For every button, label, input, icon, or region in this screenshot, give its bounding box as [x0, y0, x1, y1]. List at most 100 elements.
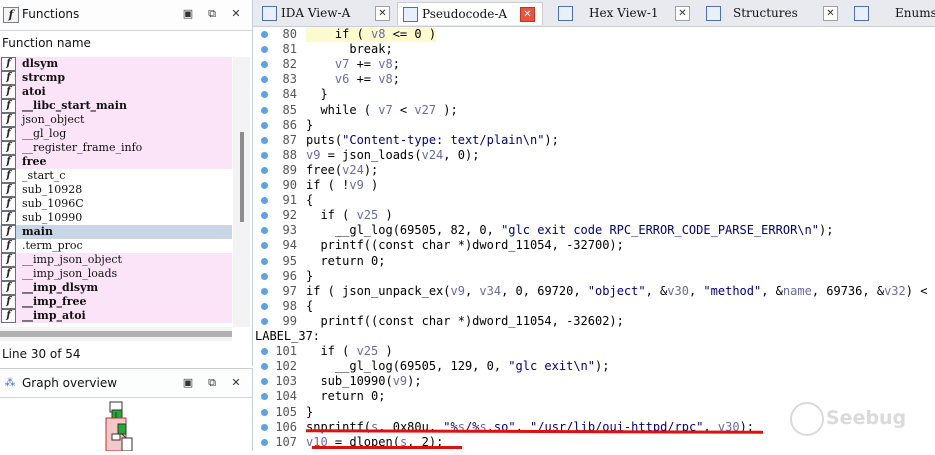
graph-overview-canvas[interactable] [0, 398, 252, 452]
tab-close-icon[interactable]: ✕ [823, 6, 838, 21]
function-item-6[interactable]: f __register_frame_info [0, 141, 232, 155]
breakpoint-dot-icon[interactable] [261, 46, 268, 54]
tab-ida-view-a[interactable]: IDA View-A ✕ [257, 2, 393, 24]
code-line[interactable]: 102 __gl_log(69505, 129, 0, "glc exit\n"… [253, 359, 935, 374]
breakpoint-dot-icon[interactable] [261, 227, 268, 235]
code-line[interactable]: 84 } [253, 87, 935, 102]
code-line[interactable]: 89 free(v24); [253, 163, 935, 178]
code-line[interactable]: 86} [253, 118, 935, 133]
breakpoint-dot-icon[interactable] [261, 317, 268, 325]
pseudocode-view[interactable]: 80 if ( v8 <= 0 ) 81 break; 82 v7 += v8; 83… [253, 27, 935, 450]
tab-structures[interactable]: Structures ✕ [701, 2, 841, 24]
tab-close-icon[interactable]: ✕ [375, 6, 390, 21]
tab-close-icon[interactable]: ✕ [675, 6, 690, 21]
function-item-18[interactable]: f __imp_atoi [0, 309, 232, 323]
breakpoint-dot-icon[interactable] [261, 363, 268, 371]
breakpoint-dot-icon[interactable] [261, 272, 268, 280]
code-text: sub_10990(v9); [306, 374, 422, 389]
function-list[interactable]: f dlsym f strcmp f atoi f __libc_start_main f jso… [0, 57, 232, 327]
function-item-13[interactable]: f .term_proc [0, 239, 232, 253]
code-line[interactable]: 98 { [253, 299, 935, 314]
function-item-17[interactable]: f __imp_free [0, 295, 232, 309]
tab-pseudocode-a[interactable]: Pseudocode-A ✕ [397, 2, 543, 25]
breakpoint-dot-icon[interactable] [261, 408, 268, 416]
code-line[interactable]: 88 v9 = json_loads(v24, 0); [253, 148, 935, 163]
function-item-0[interactable]: f dlsym [0, 57, 232, 71]
breakpoint-dot-icon[interactable] [261, 76, 268, 84]
code-line[interactable]: 94 printf((const char *)dword_11054, -32… [253, 238, 935, 253]
breakpoint-dot-icon[interactable] [261, 212, 268, 220]
code-text: printf((const char *)dword_11054, -32700… [306, 238, 624, 253]
function-item-8[interactable]: f _start_c [0, 169, 232, 183]
breakpoint-dot-icon[interactable] [261, 287, 268, 295]
code-line[interactable]: 80 if ( v8 <= 0 ) [253, 27, 935, 42]
breakpoint-dot-icon[interactable] [261, 302, 268, 310]
breakpoint-dot-icon[interactable] [261, 378, 268, 386]
function-item-3[interactable]: f __libc_start_main [0, 99, 232, 113]
breakpoint-dot-icon[interactable] [261, 106, 268, 114]
code-line[interactable]: 85 while ( v7 < v27 ); [253, 103, 935, 118]
breakpoint-dot-icon[interactable] [261, 257, 268, 265]
breakpoint-dot-icon[interactable] [261, 91, 268, 99]
close-icon[interactable]: ✕ [229, 376, 243, 390]
function-item-16[interactable]: f __imp_dlsym [0, 281, 232, 295]
function-item-10[interactable]: f sub_1096C [0, 197, 232, 211]
restore-icon[interactable]: ▣ [181, 376, 195, 390]
breakpoint-dot-icon[interactable] [261, 438, 268, 446]
function-icon: f [1, 197, 16, 211]
code-line[interactable]: 83 v6 += v8; [253, 72, 935, 87]
function-item-9[interactable]: f sub_10928 [0, 183, 232, 197]
function-item-12[interactable]: f main [0, 225, 232, 239]
hscrollbar-thumb[interactable] [0, 331, 232, 337]
tab-hex-view-1[interactable]: Hex View-1 ✕ [553, 2, 693, 24]
breakpoint-dot-icon[interactable] [261, 136, 268, 144]
function-item-4[interactable]: f json_object [0, 113, 232, 127]
breakpoint-dot-icon[interactable] [261, 61, 268, 69]
code-line[interactable]: 91 { [253, 193, 935, 208]
code-line[interactable]: 103 sub_10990(v9); [253, 374, 935, 389]
code-text: if ( v8 <= 0 ) [306, 27, 437, 42]
function-item-14[interactable]: f __imp_json_object [0, 253, 232, 267]
function-list-hscrollbar[interactable] [0, 327, 232, 341]
function-item-5[interactable]: f __gl_log [0, 127, 232, 141]
code-line[interactable]: 99 printf((const char *)dword_11054, -32… [253, 314, 935, 329]
code-line[interactable]: 101 if ( v25 ) [253, 344, 935, 359]
code-line[interactable]: LABEL_37: [253, 329, 935, 344]
code-line[interactable]: 87 puts("Content-type: text/plain\n"); [253, 133, 935, 148]
tab-enums[interactable]: Enums [849, 2, 935, 24]
function-item-11[interactable]: f sub_10990 [0, 211, 232, 225]
breakpoint-dot-icon[interactable] [261, 31, 268, 38]
scrollbar-thumb[interactable] [240, 132, 244, 222]
breakpoint-dot-icon[interactable] [261, 182, 268, 189]
float-icon[interactable]: ⧉ [205, 376, 219, 390]
tab-close-icon[interactable]: ✕ [520, 7, 535, 22]
breakpoint-dot-icon[interactable] [261, 197, 268, 205]
tab-bar: IDA View-A ✕ Pseudocode-A ✕ Hex View-1 ✕… [253, 0, 935, 27]
function-item-15[interactable]: f __imp_json_loads [0, 267, 232, 281]
code-line[interactable]: 96} [253, 269, 935, 284]
breakpoint-dot-icon[interactable] [261, 166, 268, 174]
function-list-scrollbar[interactable] [233, 57, 250, 327]
code-line[interactable]: 93 __gl_log(69505, 82, 0, "glc exit code… [253, 223, 935, 238]
function-item-1[interactable]: f strcmp [0, 71, 232, 85]
function-item-label: sub_10928 [22, 183, 83, 196]
breakpoint-dot-icon[interactable] [261, 423, 268, 431]
breakpoint-dot-icon[interactable] [261, 151, 268, 159]
float-icon[interactable]: ⧉ [205, 7, 219, 21]
code-line[interactable]: 90 if ( !v9 ) [253, 178, 935, 193]
ida-view-icon [262, 6, 277, 21]
function-item-7[interactable]: f free [0, 155, 232, 169]
code-line[interactable]: 95 return 0; [253, 254, 935, 269]
breakpoint-dot-icon[interactable] [261, 242, 268, 250]
code-line[interactable]: 97 if ( json_unpack_ex(v9, v34, 0, 69720,… [253, 284, 935, 299]
breakpoint-dot-icon[interactable] [261, 393, 268, 401]
close-icon[interactable]: ✕ [229, 7, 243, 21]
code-line[interactable]: 82 v7 += v8; [253, 57, 935, 72]
breakpoint-dot-icon[interactable] [261, 348, 268, 356]
breakpoint-dot-icon[interactable] [261, 121, 268, 129]
code-line[interactable]: 92 if ( v25 ) [253, 208, 935, 223]
function-item-2[interactable]: f atoi [0, 85, 232, 99]
function-name-column-header[interactable]: Function name [0, 31, 252, 55]
restore-icon[interactable]: ▣ [181, 7, 195, 21]
code-line[interactable]: 81 break; [253, 42, 935, 57]
